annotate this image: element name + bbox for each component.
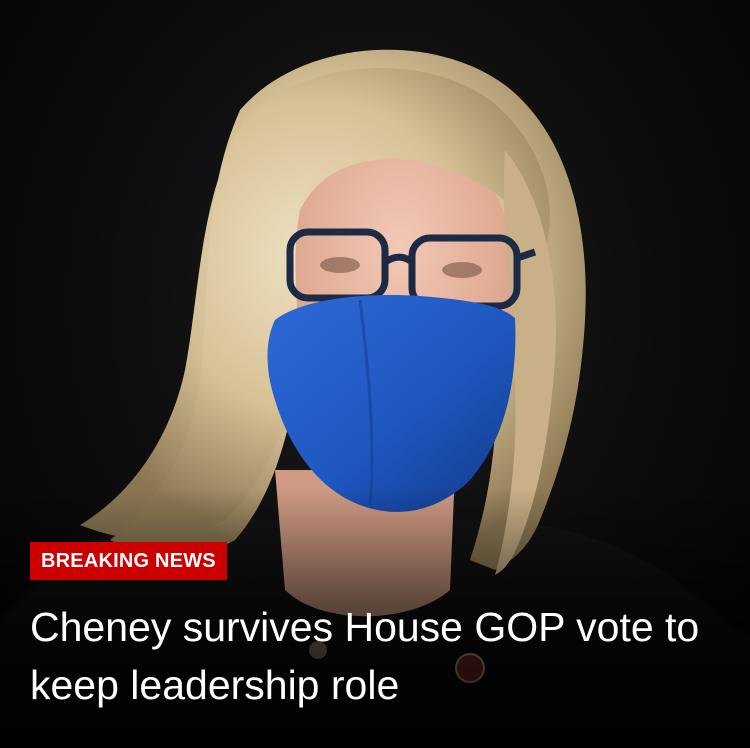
breaking-news-badge: BREAKING NEWS bbox=[30, 542, 227, 580]
headline[interactable]: Cheney survives House GOP vote to keep l… bbox=[30, 598, 720, 714]
news-card[interactable]: BREAKING NEWS Cheney survives House GOP … bbox=[0, 0, 750, 748]
breaking-news-label: BREAKING NEWS bbox=[41, 549, 216, 572]
